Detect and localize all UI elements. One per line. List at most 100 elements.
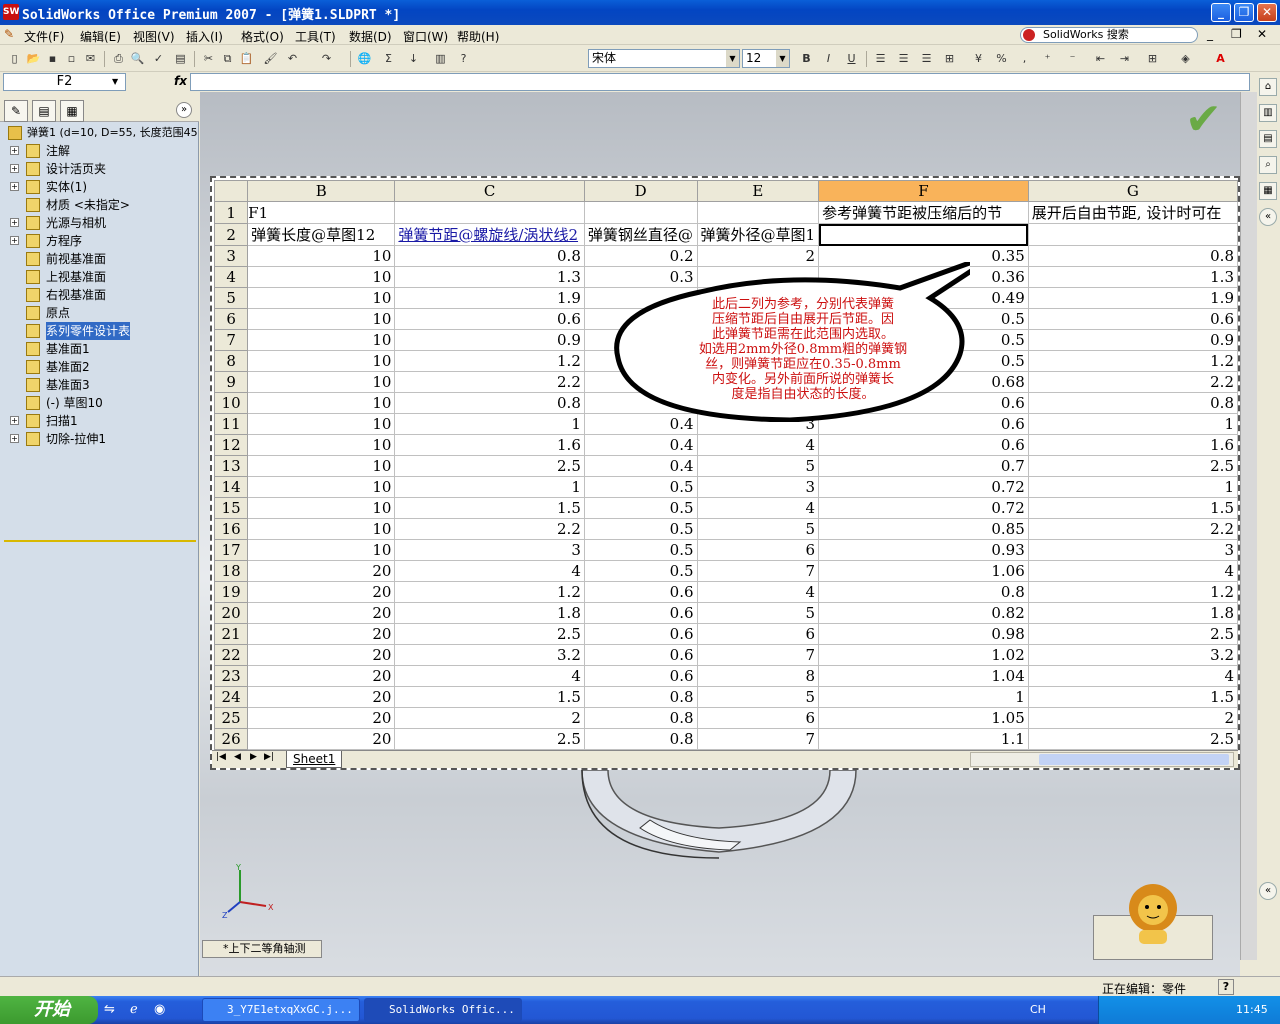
row-header[interactable]: 5 [213,287,249,309]
table-cell[interactable] [1027,223,1238,246]
table-cell[interactable]: 20 [247,581,396,603]
row-header[interactable]: 16 [213,518,249,540]
table-cell[interactable]: 1.02 [818,644,1029,666]
table-cell[interactable]: 0.5 [583,476,698,498]
table-cell[interactable]: 弹簧外径@草图1 [696,223,820,246]
table-cell[interactable]: 0.4 [583,455,698,477]
table-cell[interactable]: 5 [696,518,820,540]
confirmation-check-icon[interactable]: ✔ [1185,98,1229,142]
table-cell[interactable]: 7 [696,728,820,750]
folder-icon[interactable]: ▤ [1259,130,1277,148]
table-cell[interactable]: 20 [247,602,396,624]
expand-icon[interactable]: + [10,182,19,191]
permission-icon[interactable]: ▫ [63,50,80,67]
table-cell[interactable]: 0.6 [583,602,698,624]
table-cell[interactable]: 10 [247,518,396,540]
browser-icon[interactable]: ℯ [130,1002,138,1017]
table-cell[interactable]: 0.8 [583,686,698,708]
table-cell[interactable]: 10 [247,455,396,477]
table-cell[interactable]: 0.6 [583,665,698,687]
table-cell[interactable]: 1.06 [818,560,1029,582]
table-cell[interactable]: 4 [394,665,585,687]
table-cell[interactable]: 3 [696,476,820,498]
table-cell[interactable]: 4 [1027,665,1238,687]
table-cell[interactable]: 1 [1027,476,1238,498]
borders-icon[interactable]: ⊞ [1144,50,1161,67]
table-cell[interactable]: 4 [696,581,820,603]
table-cell[interactable]: 0.85 [818,518,1029,540]
menu-format[interactable]: 格式(O) [241,28,284,45]
sheet-horizontal-scrollbar[interactable] [970,752,1234,767]
table-cell[interactable]: 1 [394,476,585,498]
collapse-pane-icon[interactable]: « [1259,208,1277,226]
table-cell[interactable]: 2.2 [1027,371,1238,393]
table-cell[interactable] [583,201,698,224]
table-cell[interactable]: 0.8 [583,728,698,750]
table-cell[interactable]: 0.8 [394,392,585,414]
row-header[interactable]: 15 [213,497,249,519]
menu-help[interactable]: 帮助(H) [457,28,499,45]
close-button[interactable]: ✕ [1257,3,1277,22]
row-header[interactable]: 23 [213,665,249,687]
decrease-indent-icon[interactable]: ⇤ [1092,50,1109,67]
table-cell[interactable]: 10 [247,434,396,456]
quick-launch-icon[interactable]: ⇋ [104,1002,115,1017]
table-cell[interactable]: 1.5 [394,497,585,519]
table-cell[interactable]: 8 [696,665,820,687]
row-header[interactable]: 11 [213,413,249,435]
search-icon[interactable] [1023,29,1035,41]
autosum-icon[interactable]: Σ [380,50,397,67]
formula-input[interactable] [190,73,1250,91]
next-sheet-icon[interactable]: ▶ [250,752,257,762]
expand-icon[interactable]: + [10,434,19,443]
chevron-down-icon[interactable]: ▼ [112,77,118,86]
cut-icon[interactable]: ✂ [200,50,217,67]
language-indicator[interactable]: CH [1030,1003,1046,1016]
expand-icon[interactable]: + [10,164,19,173]
table-cell[interactable]: F1 [247,201,396,224]
feature-manager-tab[interactable]: ✎ [4,100,28,122]
expand-panel-icon[interactable]: » [176,102,192,118]
table-cell[interactable]: 2.5 [394,728,585,750]
table-cell[interactable]: 1.5 [1027,686,1238,708]
table-cell[interactable]: 10 [247,266,396,288]
table-cell[interactable]: 展开后自由节距, 设计时可在 [1027,201,1238,224]
row-header[interactable]: 9 [213,371,249,393]
table-cell[interactable]: 2 [1027,707,1238,729]
search-icon[interactable]: ⌕ [1259,156,1277,174]
menu-app-icon[interactable]: ✎ [4,27,14,41]
table-cell[interactable] [394,201,585,224]
increase-decimal-icon[interactable]: ⁺ [1039,50,1056,67]
table-cell[interactable]: 20 [247,560,396,582]
save-icon[interactable]: ▪ [44,50,61,67]
home-icon[interactable]: ⌂ [1259,78,1277,96]
paste-icon[interactable]: 📋 [238,50,255,67]
table-cell[interactable]: 0.6 [583,581,698,603]
row-header[interactable]: 25 [213,707,249,729]
table-cell[interactable]: 0.5 [583,560,698,582]
table-cell[interactable]: 2.5 [1027,623,1238,645]
table-cell[interactable]: 0.82 [818,602,1029,624]
table-cell[interactable]: 2.5 [394,455,585,477]
table-cell[interactable]: 0.8 [818,581,1029,603]
menu-edit[interactable]: 编辑(E) [80,28,121,45]
table-cell[interactable]: 1.04 [818,665,1029,687]
table-cell[interactable]: 20 [247,686,396,708]
increase-indent-icon[interactable]: ⇥ [1116,50,1133,67]
table-cell[interactable]: 0.9 [394,329,585,351]
table-cell[interactable]: 3 [394,539,585,561]
table-cell[interactable]: 20 [247,707,396,729]
table-cell[interactable]: 1.3 [1027,266,1238,288]
table-cell[interactable]: 20 [247,665,396,687]
table-cell[interactable]: 1.8 [1027,602,1238,624]
research-icon[interactable]: ▤ [172,50,189,67]
insert-function-button[interactable]: fx [174,74,187,88]
media-icon[interactable]: ◉ [154,1002,165,1017]
table-cell[interactable]: 0.6 [583,644,698,666]
restore-button[interactable]: ❐ [1234,3,1254,22]
table-cell[interactable]: 0.5 [583,518,698,540]
row-header[interactable]: 13 [213,455,249,477]
row-header[interactable]: 18 [213,560,249,582]
column-header[interactable]: E [696,180,820,202]
menu-insert[interactable]: 插入(I) [186,28,223,45]
